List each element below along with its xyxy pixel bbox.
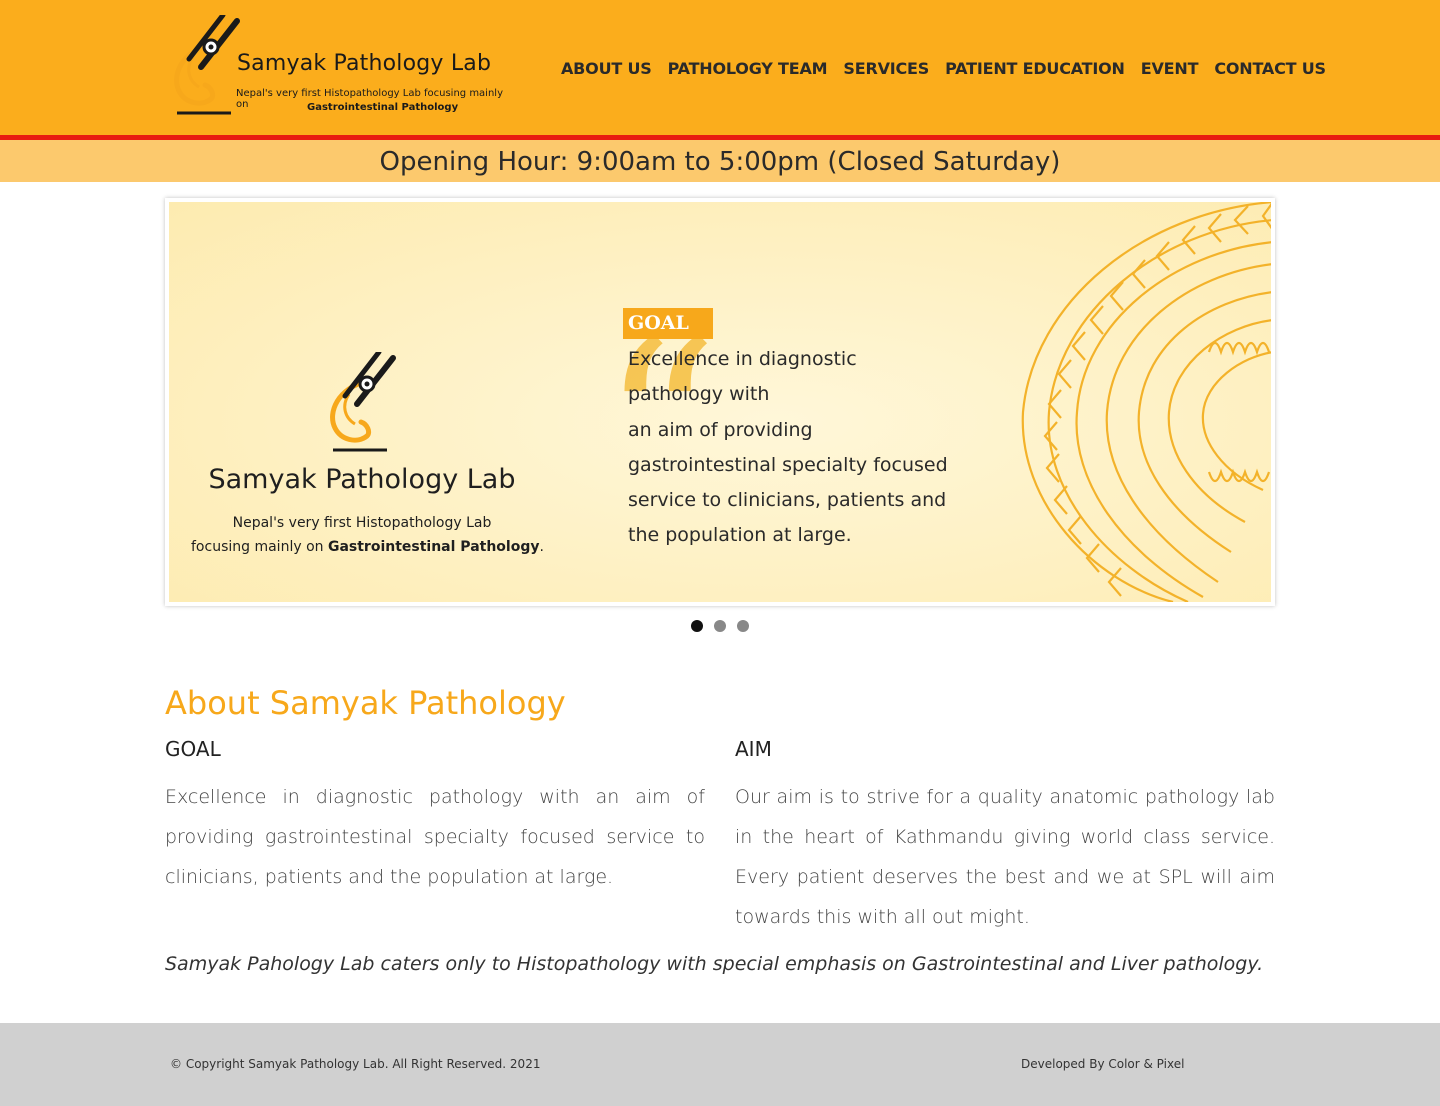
nav-about-us[interactable]: ABOUT US — [553, 59, 660, 78]
opening-hours-bar: Opening Hour: 9:00am to 5:00pm (Closed S… — [0, 140, 1440, 182]
slide-goal: Samyak Pathology Lab Nepal's very first … — [169, 202, 1271, 602]
logo-title: Samyak Pathology Lab — [237, 51, 492, 76]
slider-dot-3[interactable] — [737, 620, 749, 632]
slide-goal-text: Excellence in diagnostic pathology with … — [628, 342, 948, 554]
aim-column: AIM Our aim is to strive for a quality a… — [735, 737, 1275, 937]
goal-badge-label: GOAL — [628, 312, 689, 334]
goal-heading: GOAL — [165, 737, 221, 761]
slider-dot-2[interactable] — [714, 620, 726, 632]
slide-tagline: Nepal's very first Histopathology Lab — [232, 515, 492, 531]
slide-tagline-prefix: focusing mainly on — [191, 539, 328, 555]
about-tagline: Samyak Pahology Lab caters only to Histo… — [165, 953, 1264, 975]
logo-tagline-bold: Gastrointestinal Pathology — [307, 102, 459, 113]
developer-credit-link[interactable]: Developed By Color & Pixel — [1021, 1057, 1184, 1071]
intestine-illustration — [1021, 202, 1271, 602]
nav-pathology-team[interactable]: PATHOLOGY TEAM — [660, 59, 836, 78]
opening-hours-text: Opening Hour: 9:00am to 5:00pm (Closed S… — [379, 147, 1061, 177]
nav-contact-us[interactable]: CONTACT US — [1206, 59, 1334, 78]
slide-brand-name: Samyak Pathology Lab — [208, 464, 516, 495]
goal-text: Excellence in diagnostic pathology with … — [165, 786, 705, 888]
slide-tagline-2: focusing mainly on Gastrointestinal Path… — [191, 539, 544, 555]
microscope-logo-icon — [330, 352, 396, 452]
slide-goal-line: gastrointestinal specialty focused — [628, 453, 948, 476]
nav-patient-education[interactable]: PATIENT EDUCATION — [937, 59, 1133, 78]
slider-dot-1[interactable] — [691, 620, 703, 632]
site-logo[interactable]: Samyak Pathology Lab Nepal's very first … — [165, 15, 505, 120]
slide-goal-line: service to clinicians, patients and — [628, 489, 947, 512]
microscope-logo-icon — [174, 15, 240, 115]
slider-pagination — [691, 620, 760, 632]
aim-heading: AIM — [735, 737, 772, 761]
aim-text: Our aim is to strive for a quality anato… — [735, 786, 1275, 928]
about-title: About Samyak Pathology — [165, 684, 566, 722]
slide-goal-line: Excellence in diagnostic — [628, 348, 857, 370]
slide-tagline-suffix: . — [539, 539, 544, 555]
site-header: Samyak Pathology Lab Nepal's very first … — [0, 0, 1440, 140]
goal-badge: GOAL — [623, 308, 713, 339]
main-nav: ABOUT US PATHOLOGY TEAM SERVICES PATIENT… — [553, 56, 1334, 80]
slide-goal-line: pathology with — [628, 383, 770, 406]
nav-event[interactable]: EVENT — [1133, 59, 1207, 78]
goal-column: GOAL Excellence in diagnostic pathology … — [165, 737, 705, 897]
hero-slider[interactable]: Samyak Pathology Lab Nepal's very first … — [165, 198, 1275, 606]
slide-tagline-bold: Gastrointestinal Pathology — [327, 539, 540, 555]
nav-services[interactable]: SERVICES — [835, 59, 937, 78]
slide-goal-line: an aim of providing — [628, 418, 813, 441]
copyright-text: © Copyright Samyak Pathology Lab. All Ri… — [170, 1057, 541, 1071]
site-footer: © Copyright Samyak Pathology Lab. All Ri… — [0, 1023, 1440, 1106]
slide-goal-line: the population at large. — [628, 524, 852, 547]
